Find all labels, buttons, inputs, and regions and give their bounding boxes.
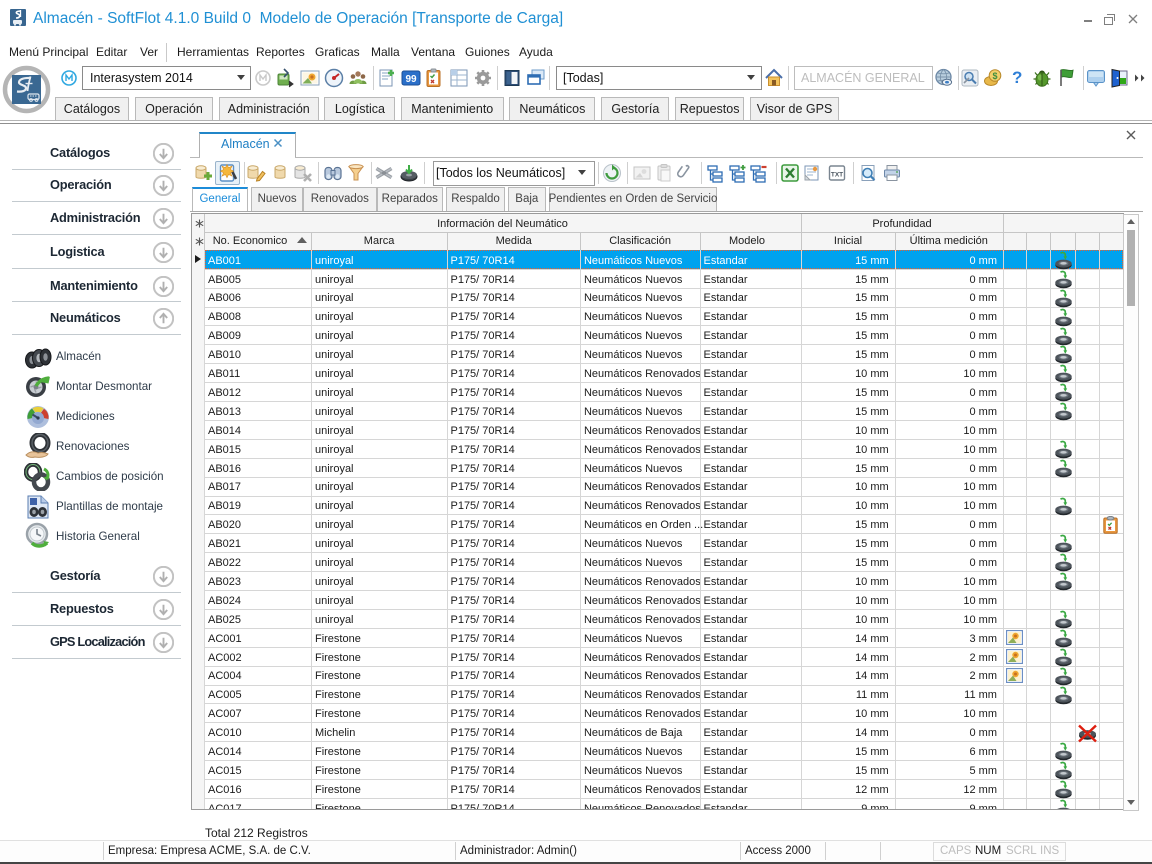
svg-text:99: 99 <box>405 74 417 85</box>
svg-text:$: $ <box>992 71 997 81</box>
svg-text:TXT: TXT <box>831 172 843 179</box>
